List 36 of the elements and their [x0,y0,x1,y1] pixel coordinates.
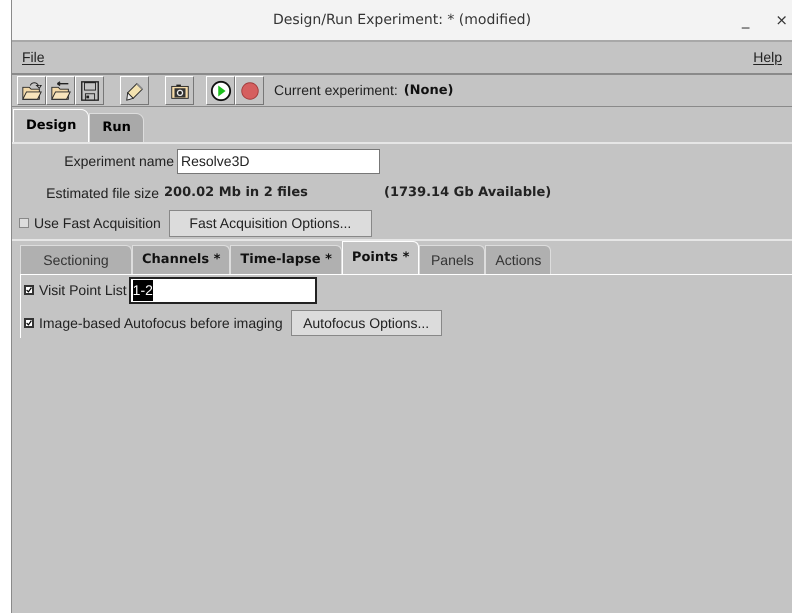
current-experiment-label: Current experiment: [274,81,398,100]
tab[interactable]: Panels [419,245,486,274]
checkbox[interactable] [19,218,29,228]
current-experiment-value: (None) [404,82,454,100]
checkbox[interactable] [24,318,34,328]
experiment-name-label: Experiment name [63,152,175,171]
tab[interactable]: Design [13,109,90,142]
file-size-label: Estimated file size [45,184,160,202]
window-control-button[interactable]: _ [740,8,752,32]
available-space: (1739.14 Gb Available) [384,184,552,202]
menu-item[interactable]: File [22,47,45,68]
play-icon[interactable] [206,76,235,105]
tab[interactable]: Channels * [132,245,230,274]
menu-item[interactable]: Help [753,47,782,68]
tab[interactable]: Actions [485,245,552,274]
checkbox-label: Visit Point List [39,280,127,300]
open-folder-icon[interactable] [17,76,46,105]
tab[interactable]: Points * [342,241,420,274]
file-size-value: 200.02 Mb in 2 files [164,184,309,202]
camera-icon[interactable] [165,76,194,105]
checkbox-label: Image-based Autofocus before imaging [39,314,283,333]
tab[interactable]: Time-lapse * [230,245,342,274]
point-list-value: 1-2 [132,280,153,300]
visit-point-list-field[interactable]: 1-2 [128,276,317,304]
checkbox-label: Use Fast Acquisition [34,214,161,233]
window-control-button[interactable]: × [773,8,790,32]
record-icon[interactable] [235,76,264,105]
tab[interactable]: Sectioning [20,245,132,274]
autofocus-options-button[interactable]: Autofocus Options... [290,310,442,336]
experiment-name-field[interactable]: Resolve3D [177,148,380,174]
pencil-icon[interactable] [120,76,149,105]
experiment-name-value: Resolve3D [181,152,250,170]
tab[interactable]: Run [89,113,144,142]
window-title: Design/Run Experiment: * (modified) [272,10,532,30]
checkbox[interactable] [24,285,34,295]
fast-acquisition-options-button[interactable]: Fast Acquisition Options... [168,210,372,236]
